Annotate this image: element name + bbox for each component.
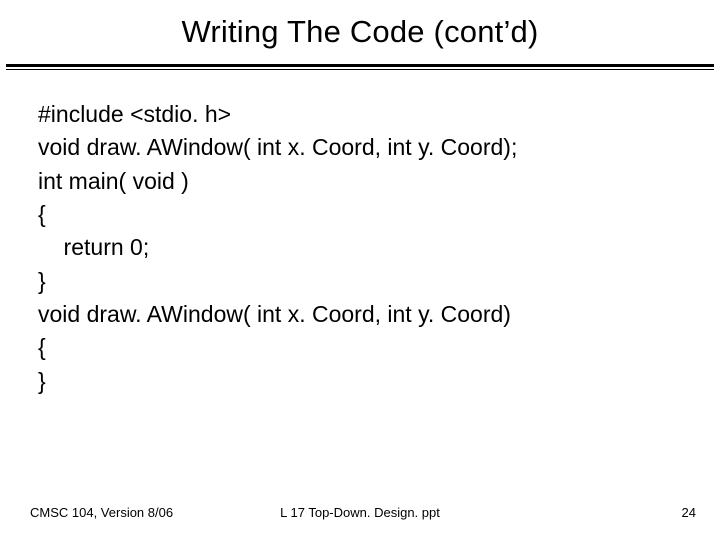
divider-thick [6, 64, 714, 67]
code-line: } [38, 368, 46, 394]
slide-title: Writing The Code (cont’d) [0, 0, 720, 58]
slide: Writing The Code (cont’d) #include <stdi… [0, 0, 720, 540]
code-block: #include <stdio. h> void draw. AWindow( … [38, 98, 682, 398]
code-line: } [38, 268, 46, 294]
code-line: return 0; [38, 234, 149, 260]
footer-left: CMSC 104, Version 8/06 [30, 505, 173, 520]
code-line: int main( void ) [38, 168, 189, 194]
code-line: #include <stdio. h> [38, 101, 231, 127]
code-line: { [38, 201, 46, 227]
footer-page: 24 [682, 505, 696, 520]
code-line: void draw. AWindow( int x. Coord, int y.… [38, 134, 517, 160]
code-line: { [38, 334, 46, 360]
footer: CMSC 104, Version 8/06 L 17 Top-Down. De… [0, 505, 720, 520]
code-line: void draw. AWindow( int x. Coord, int y.… [38, 301, 511, 327]
slide-body: #include <stdio. h> void draw. AWindow( … [0, 70, 720, 398]
